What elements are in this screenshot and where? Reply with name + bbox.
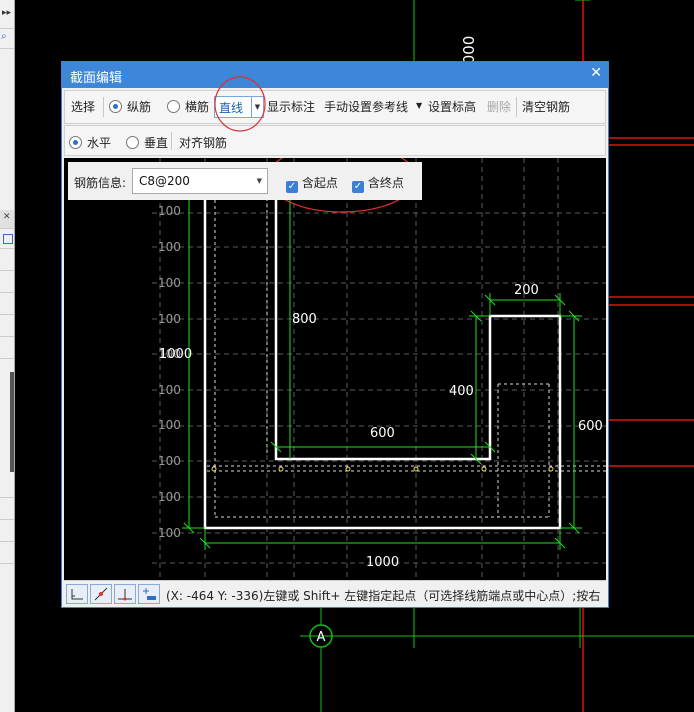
grid-row-labels: 100 100 100 100 100 100 100 100 100 100 [158, 204, 181, 540]
panel-row[interactable] [0, 497, 14, 520]
panel-row[interactable] [0, 270, 14, 293]
toolbar-separator [516, 97, 517, 117]
grid-row-label: 100 [158, 490, 181, 504]
show-annotation-button[interactable]: 显示标注 [267, 98, 315, 115]
status-message: (X: -464 Y: -336)左键或 Shift+ 左键指定起点（可选择线筋… [166, 589, 601, 603]
panel-splitter[interactable] [10, 372, 14, 472]
section-drawing[interactable]: 100 100 100 100 100 100 100 100 100 100 [64, 158, 606, 580]
manual-refline-button[interactable]: 手动设置参考线 [324, 98, 408, 115]
orthogonal-mode-icon[interactable] [66, 584, 88, 604]
grid-row-label: 100 [158, 312, 181, 326]
radio-selected-icon [109, 100, 122, 113]
annotation-ellipse-line-mode [214, 76, 266, 132]
radio-selected-icon [69, 136, 82, 149]
grid-row-label: 100 [158, 383, 181, 397]
panel-row[interactable] [0, 228, 14, 249]
start-point-checkbox[interactable]: ✓ 含起点 [286, 174, 338, 193]
horizontal-label: 水平 [87, 136, 112, 150]
status-bar: (X: -464 Y: -336)左键或 Shift+ 左键指定起点（可选择线筋… [64, 580, 606, 607]
grid-row-label: 100 [158, 240, 181, 254]
panel-row[interactable] [0, 314, 14, 337]
dim-bottom-width: 1000 [366, 555, 399, 570]
select-button[interactable]: 选择 [71, 98, 95, 115]
end-point-checkbox[interactable]: ✓ 含终点 [352, 174, 404, 193]
panel-row[interactable] [0, 519, 14, 542]
dim-inner-width: 600 [370, 426, 395, 441]
rebar-info-select[interactable]: C8@200 ▼ [132, 168, 268, 194]
rebar-info-label: 钢筋信息: [74, 176, 127, 190]
dynamic-input-icon[interactable] [138, 584, 160, 604]
close-icon[interactable]: ✕ [590, 65, 602, 81]
rebar-info-bar: 钢筋信息: C8@200 ▼ ✓ 含起点 ✓ 含终点 [68, 162, 422, 200]
panel-row[interactable] [0, 541, 14, 564]
transverse-radio[interactable]: 横筋 [167, 98, 209, 115]
start-point-label: 含起点 [301, 176, 338, 190]
panel-row[interactable] [0, 248, 14, 271]
perpendicular-snap-icon[interactable] [114, 584, 136, 604]
set-elevation-button[interactable]: 设置标高 [428, 98, 476, 115]
dialog-titlebar[interactable]: 截面编辑 ✕ [62, 62, 608, 88]
panel-row[interactable] [0, 292, 14, 315]
vertical-label: 垂直 [144, 136, 169, 150]
toolbar-separator [103, 97, 104, 117]
radio-icon [126, 136, 139, 149]
dim-inner-height: 800 [292, 312, 317, 327]
manual-refline-dropdown-icon[interactable]: ▼ [416, 101, 422, 110]
checkbox-checked-icon: ✓ [352, 181, 364, 193]
dim-top-width: 200 [514, 283, 539, 298]
panel-row[interactable] [0, 336, 14, 359]
longitudinal-label: 纵筋 [127, 100, 152, 114]
horizontal-radio[interactable]: 水平 [69, 134, 111, 151]
rebar-points [211, 466, 554, 472]
toolbar-separator [171, 132, 172, 150]
panel-close-icon[interactable]: ✕ [0, 210, 14, 229]
panel-header-arrows[interactable]: ▸▸ [0, 0, 14, 29]
chevron-down-icon[interactable]: ▼ [257, 177, 262, 185]
dim-left-height: 1000 [159, 347, 192, 362]
checkbox-checked-icon: ✓ [286, 181, 298, 193]
grid-row-label: 100 [158, 454, 181, 468]
end-point-label: 含终点 [367, 176, 404, 190]
dialog-title: 截面编辑 [70, 71, 123, 86]
section-drawing-canvas[interactable]: 100 100 100 100 100 100 100 100 100 100 [64, 158, 606, 580]
axis-marker-label: A [317, 630, 326, 645]
grid-row-label: 100 [158, 526, 181, 540]
grid-row-label: 100 [158, 204, 181, 218]
grid-row-label: 100 [158, 276, 181, 290]
snap-line-icon[interactable] [90, 584, 112, 604]
dim-right-height: 600 [578, 419, 603, 434]
align-rebar-button[interactable]: 对齐钢筋 [179, 134, 227, 151]
transverse-label: 横筋 [185, 100, 210, 114]
left-side-panel[interactable]: ▸▸ ⌕ ✕ [0, 0, 15, 712]
grid-row-label: 100 [158, 418, 181, 432]
dim-notch-depth: 400 [449, 384, 474, 399]
vertical-radio[interactable]: 垂直 [126, 134, 168, 151]
direction-toolbar: 水平 垂直 对齐钢筋 [64, 125, 606, 156]
panel-search-icon[interactable]: ⌕ [0, 28, 14, 49]
section-edit-dialog: 截面编辑 ✕ 选择 纵筋 横筋 直线 ▼ 显示标注 手动设置参考线 ▼ 设置标高… [61, 61, 609, 608]
clear-rebar-button[interactable]: 清空钢筋 [522, 98, 570, 115]
longitudinal-radio[interactable]: 纵筋 [109, 98, 151, 115]
main-toolbar: 选择 纵筋 横筋 直线 ▼ 显示标注 手动设置参考线 ▼ 设置标高 删除 清空钢… [64, 90, 606, 124]
rebar-info-value: C8@200 [139, 174, 190, 188]
delete-button[interactable]: 删除 [487, 98, 511, 115]
panel-row[interactable] [0, 475, 14, 498]
radio-icon [167, 100, 180, 113]
